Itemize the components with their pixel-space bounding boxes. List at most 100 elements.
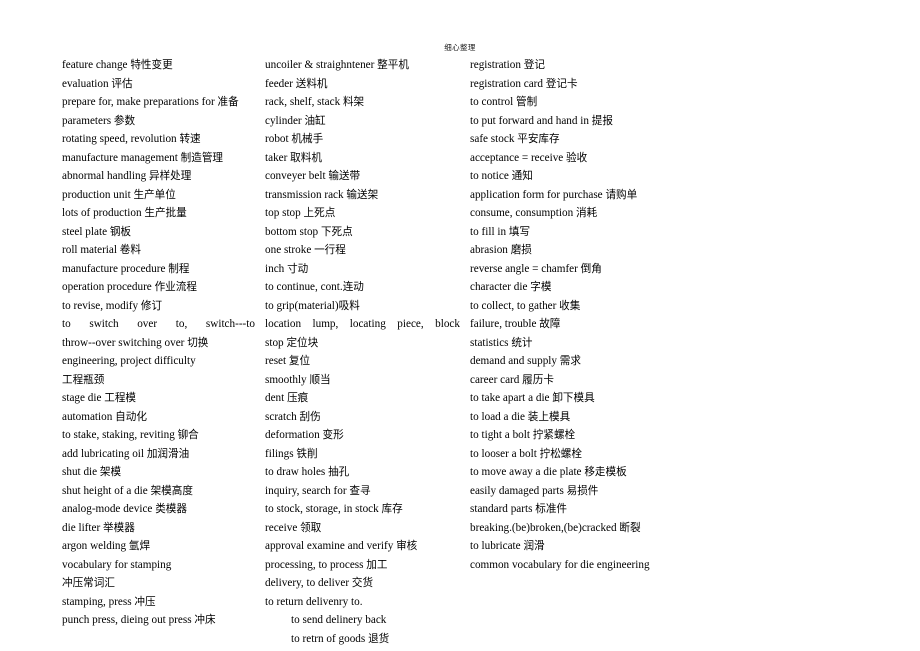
cjk-text: 参数 xyxy=(113,114,136,127)
cjk-text: 收集 xyxy=(559,299,581,312)
cjk-text: 装上模具 xyxy=(527,410,571,423)
glossary-entry: failure, trouble 故障 xyxy=(470,318,561,330)
cjk-text: 刮伤 xyxy=(299,410,321,423)
glossary-entry: parameters 参数 xyxy=(62,114,136,127)
glossary-entry: roll material 卷料 xyxy=(62,244,141,256)
glossary-entry: analog-mode device 类模器 xyxy=(62,503,187,515)
cjk-text: 取料机 xyxy=(290,151,322,164)
glossary-entry: abrasion 磨损 xyxy=(470,244,532,256)
glossary-entry: feeder 送料机 xyxy=(265,77,328,90)
glossary-entry: evaluation 评估 xyxy=(62,77,133,90)
glossary-entry: punch press, dieing out press 冲床 xyxy=(62,614,216,626)
glossary-entry: to stake, staking, reviting 铆合 xyxy=(62,429,199,441)
glossary-entry: vocabulary for stamping xyxy=(62,558,172,571)
cjk-text: 整平机 xyxy=(377,59,409,71)
glossary-entry: dent 压痕 xyxy=(265,392,309,404)
glossary-entry: prepare for, make preparations for 准备 xyxy=(62,96,239,108)
cjk-text: 抽孔 xyxy=(328,466,350,478)
cjk-text: 字模 xyxy=(530,281,552,293)
glossary-entry: to draw holes 抽孔 xyxy=(265,466,350,478)
glossary-entry: to grip(material)吸料 xyxy=(265,299,360,312)
cjk-text: 定位块 xyxy=(286,336,319,349)
cjk-text: 交货 xyxy=(351,577,374,589)
glossary-entry: manufacture procedure 制程 xyxy=(62,262,190,275)
glossary-entry: career card 履历卡 xyxy=(470,373,554,386)
cjk-text: 提报 xyxy=(591,114,613,127)
cjk-text: 料架 xyxy=(342,96,365,108)
cjk-text: 加工 xyxy=(366,558,388,571)
cjk-text: 切换 xyxy=(187,336,209,349)
glossary-entry: statistics 统计 xyxy=(470,336,533,349)
cjk-text: 管制 xyxy=(516,96,538,108)
glossary-entry: steel plate 钢板 xyxy=(62,225,132,238)
glossary-entry: receive 领取 xyxy=(265,521,322,534)
glossary-entry: delivery, to deliver 交货 xyxy=(265,577,374,589)
cjk-text: 上死点 xyxy=(303,207,336,219)
glossary-entry: taker 取料机 xyxy=(265,151,322,164)
cjk-text: 消耗 xyxy=(575,207,598,219)
glossary-entry: automation 自动化 xyxy=(62,410,147,423)
cjk-text: 冲床 xyxy=(194,614,216,626)
cjk-text: 氩焊 xyxy=(128,540,151,552)
glossary-entry: inquiry, search for 查寻 xyxy=(265,484,371,497)
glossary-entry: stage die 工程模 xyxy=(62,392,137,404)
cjk-text: 工程模 xyxy=(104,392,137,404)
cjk-text: 油缸 xyxy=(304,114,326,127)
glossary-entry: uncoiler & straighntener 整平机 xyxy=(265,59,409,71)
glossary-entry: reverse angle = chamfer 倒角 xyxy=(470,262,602,275)
glossary-entry: to load a die 装上模具 xyxy=(470,410,571,423)
glossary-entry: lots of production 生产批量 xyxy=(62,207,187,219)
glossary-entry: to collect, to gather 收集 xyxy=(470,299,581,312)
glossary-entry: shut die 架模 xyxy=(62,466,122,478)
glossary-entry: to fill in 填写 xyxy=(470,225,531,238)
cjk-text: 生产批量 xyxy=(144,207,187,219)
glossary-entry: standard parts 标准件 xyxy=(470,503,568,515)
glossary-entry: to notice 通知 xyxy=(470,170,533,182)
glossary-entry: consume, consumption 消耗 xyxy=(470,207,598,219)
cjk-text: 制造管理 xyxy=(180,151,224,164)
glossary-entry: stop 定位块 xyxy=(265,336,319,349)
cjk-text: 断裂 xyxy=(619,521,641,534)
cjk-text: 寸动 xyxy=(287,262,309,275)
glossary-entry: reset 复位 xyxy=(265,355,311,367)
glossary-entry: manufacture management 制造管理 xyxy=(62,151,224,164)
glossary-entry: location lump, locating piece, block xyxy=(265,318,460,330)
glossary-entry: cylinder 油缸 xyxy=(265,114,326,127)
cjk-text: 作业流程 xyxy=(154,281,197,293)
glossary-entry: filings 铁削 xyxy=(265,447,318,460)
cjk-text: 变形 xyxy=(322,429,344,441)
glossary-entry: argon welding 氩焊 xyxy=(62,540,151,552)
cjk-text: 填写 xyxy=(508,225,531,238)
cjk-text: 架模高度 xyxy=(150,484,193,497)
cjk-text: 一行程 xyxy=(314,244,346,256)
glossary-entry: to tight a bolt 拧紧螺栓 xyxy=(470,429,576,441)
cjk-text: 润滑 xyxy=(523,540,545,552)
glossary-entry: scratch 刮伤 xyxy=(265,410,321,423)
cjk-text: 履历卡 xyxy=(522,373,554,386)
glossary-entry: feature change 特性变更 xyxy=(62,59,173,71)
cjk-text: 自动化 xyxy=(115,410,147,423)
glossary-entry: smoothly 顺当 xyxy=(265,373,331,386)
cjk-text: 钢板 xyxy=(109,225,132,238)
glossary-entry: approval examine and verify 审核 xyxy=(265,540,418,552)
cjk-text: 输送架 xyxy=(346,188,379,201)
glossary-entry: conveyer belt 输送带 xyxy=(265,170,361,182)
cjk-text: 复位 xyxy=(288,355,311,367)
cjk-text: 冲压常词汇 xyxy=(62,577,115,589)
glossary-entry: to lubricate 润滑 xyxy=(470,540,545,552)
cjk-text: 生产单位 xyxy=(133,188,176,201)
cjk-text: 架模 xyxy=(99,466,122,478)
glossary-column-3: registration 登记 registration card 登记卡 to c… xyxy=(470,56,660,574)
cjk-text: 输送带 xyxy=(328,170,361,182)
cjk-text: 请购单 xyxy=(605,188,638,201)
cjk-text: 审核 xyxy=(396,540,418,552)
page-header-watermark: 细心整理 xyxy=(444,43,476,52)
glossary-entry: to put forward and hand in 提报 xyxy=(470,114,613,127)
cjk-text: 验收 xyxy=(566,151,588,164)
cjk-text: 铆合 xyxy=(177,429,199,441)
cjk-text: 移走模板 xyxy=(584,466,627,478)
cjk-text: 领取 xyxy=(300,521,322,534)
glossary-entry: robot 机械手 xyxy=(265,133,324,145)
cjk-text: 送料机 xyxy=(295,77,328,90)
cjk-text: 制程 xyxy=(168,262,190,275)
